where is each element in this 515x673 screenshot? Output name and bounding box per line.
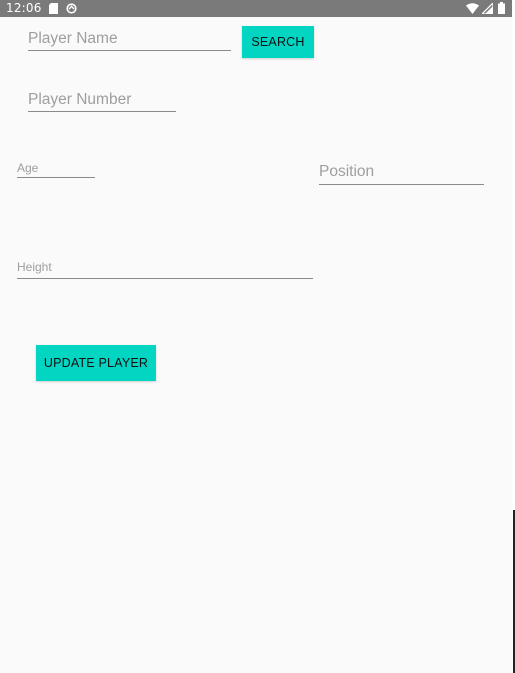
app-screen: 12:06 SEARCH UPDATE PLAYER (0, 0, 512, 673)
update-player-button[interactable]: UPDATE PLAYER (36, 345, 156, 381)
sd-card-icon (49, 3, 58, 14)
status-bar: 12:06 (0, 0, 512, 17)
player-name-input[interactable] (28, 28, 231, 51)
player-number-input[interactable] (28, 89, 176, 112)
sync-icon (66, 3, 77, 14)
age-input[interactable] (17, 159, 95, 178)
battery-icon (498, 2, 505, 14)
position-input[interactable] (319, 160, 484, 185)
search-button[interactable]: SEARCH (242, 26, 314, 58)
signal-icon (482, 3, 493, 14)
wifi-icon (466, 3, 479, 14)
height-input[interactable] (17, 255, 313, 279)
status-time: 12:06 (6, 1, 42, 15)
